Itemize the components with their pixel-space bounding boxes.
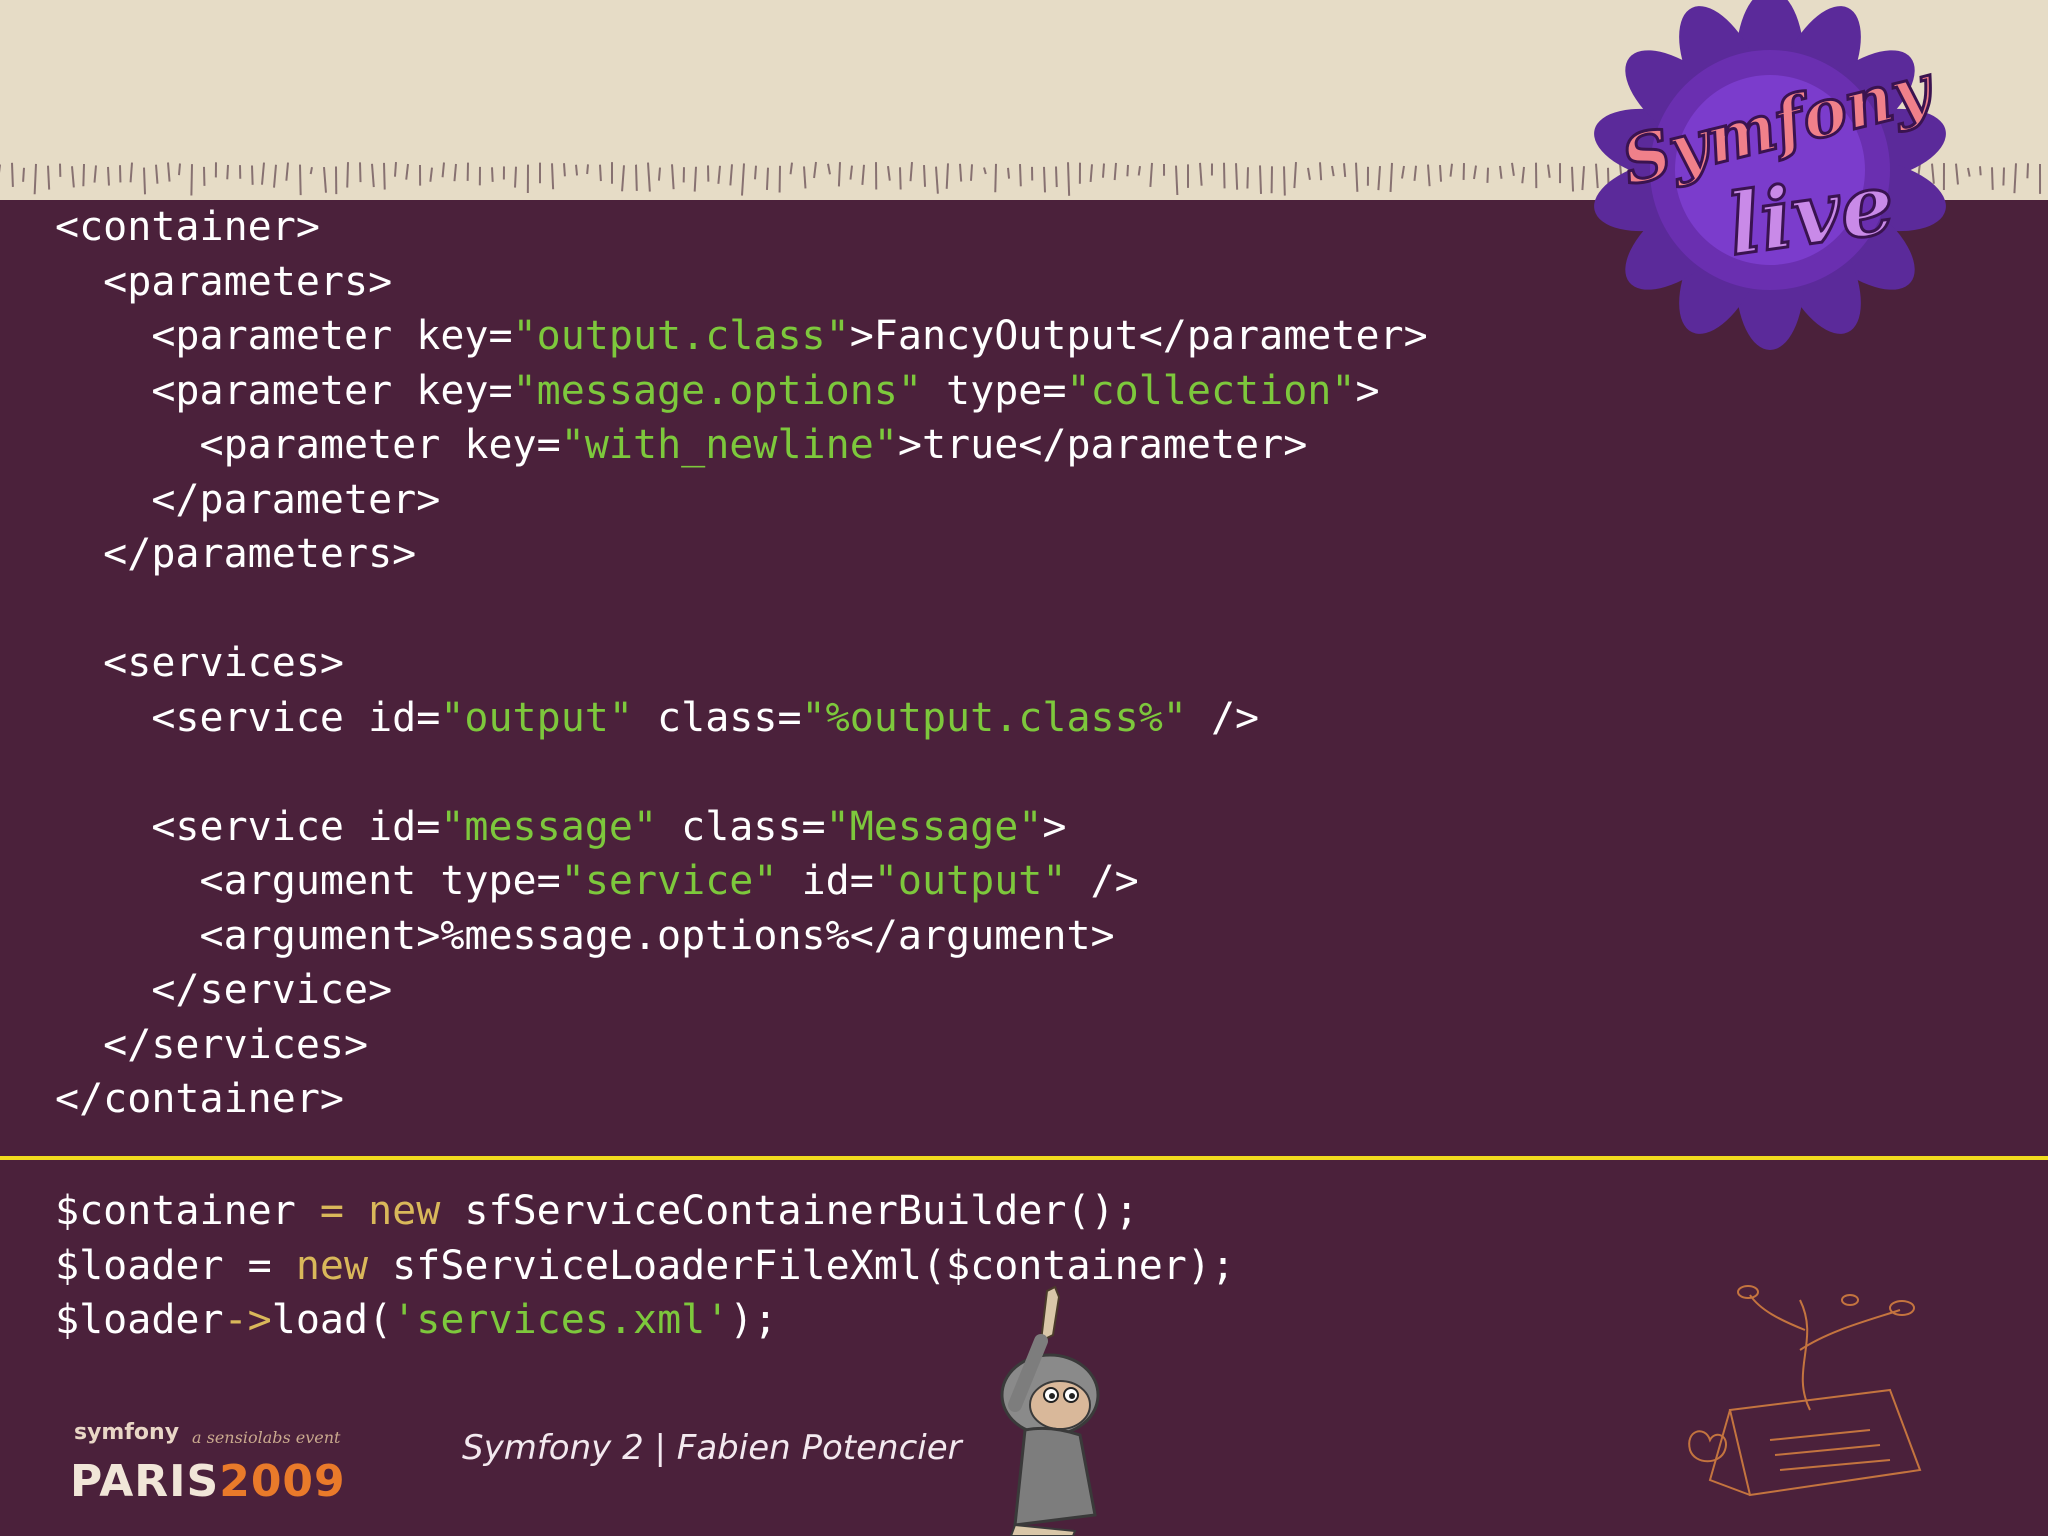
- string-literal: "collection": [1066, 367, 1356, 414]
- code-token: <argument type=: [55, 858, 561, 904]
- footer-logo-title: PARIS2009: [70, 1456, 346, 1507]
- section-divider: [0, 1156, 2048, 1160]
- code-token: sfServiceLoaderFileXml($container);: [368, 1242, 1236, 1289]
- code-line: <parameters>: [55, 258, 393, 305]
- operator: =: [319, 1188, 344, 1234]
- code-token: >FancyOutput</parameter>: [849, 313, 1428, 359]
- footer-logo-year: 2009: [219, 1456, 346, 1507]
- string-literal: "%output.class%": [801, 694, 1187, 741]
- code-token: />: [1186, 694, 1260, 741]
- code-token: >: [1042, 803, 1067, 850]
- string-literal: "service": [560, 858, 778, 904]
- code-token: class=: [632, 694, 802, 741]
- operator: ->: [223, 1297, 272, 1343]
- string-literal: "Message": [825, 803, 1043, 850]
- code-token: $container: [55, 1188, 320, 1234]
- code-token: <service id=: [55, 694, 441, 741]
- code-line: </container>: [55, 1076, 344, 1122]
- keyword: new: [295, 1242, 369, 1289]
- code-line: $container = new sfServiceContainerBuild…: [55, 1184, 1235, 1239]
- footer-logo-tagline: a sensiolabs event: [192, 1428, 341, 1447]
- string-literal: "output.class": [512, 313, 850, 359]
- code-token: class=: [657, 803, 826, 850]
- code-token: load(: [271, 1297, 393, 1343]
- code-token: $loader: [55, 1297, 224, 1343]
- code-line: </parameter>: [55, 476, 441, 523]
- code-line: <parameter key="with_newline">true</para…: [55, 418, 1428, 473]
- string-literal: "with_newline": [560, 422, 898, 468]
- symfony-live-logo: Symfony live: [1594, 0, 1946, 350]
- code-line: <container>: [55, 204, 320, 250]
- code-token: <parameter key=: [55, 422, 561, 468]
- code-token: type=: [921, 367, 1067, 414]
- footer-logo-city: PARIS: [70, 1456, 220, 1507]
- code-token: sfServiceContainerBuilder();: [440, 1188, 1139, 1234]
- string-literal: "message.options": [512, 367, 922, 414]
- code-token: <parameter key=: [55, 313, 513, 359]
- code-token: <parameter key=: [55, 367, 513, 414]
- code-token: $loader =: [55, 1242, 296, 1289]
- code-line: </service>: [55, 967, 393, 1013]
- code-line: <argument type="service" id="output" />: [55, 854, 1428, 909]
- string-literal: "output": [873, 858, 1067, 904]
- presentation-caption: Symfony 2 | Fabien Potencier: [462, 1428, 962, 1468]
- laptop-plant-doodle: [1688, 1285, 1922, 1497]
- code-line: <service id="message" class="Message">: [55, 800, 1428, 855]
- xml-config-code: <container> <parameters> <parameter key=…: [55, 200, 1428, 1127]
- code-line: <parameter key="message.options" type="c…: [55, 364, 1428, 419]
- code-token: />: [1066, 858, 1139, 904]
- symfony-paris-2009-logo: symfony a sensiolabs event PARIS2009: [70, 1420, 390, 1510]
- code-line: <argument>%message.options%</argument>: [55, 912, 1115, 959]
- code-token: );: [729, 1297, 778, 1343]
- string-literal: "message": [440, 803, 658, 850]
- code-line: <service id="output" class="%output.clas…: [55, 691, 1428, 746]
- code-token: >: [1355, 367, 1380, 414]
- string-literal: 'services.xml': [392, 1297, 730, 1343]
- code-token: >true</parameter>: [897, 422, 1308, 468]
- code-token: <service id=: [55, 803, 441, 850]
- code-line: <parameter key="output.class">FancyOutpu…: [55, 309, 1428, 364]
- code-line: <services>: [55, 640, 344, 686]
- keyword: new: [368, 1188, 441, 1234]
- code-line: </services>: [55, 1021, 369, 1068]
- monkey-mascot-illustration: [1000, 1285, 1100, 1536]
- code-line: </parameters>: [55, 531, 417, 577]
- code-token: id=: [777, 858, 874, 904]
- string-literal: "output": [440, 694, 633, 741]
- footer-logo-wordmark: symfony: [74, 1420, 180, 1445]
